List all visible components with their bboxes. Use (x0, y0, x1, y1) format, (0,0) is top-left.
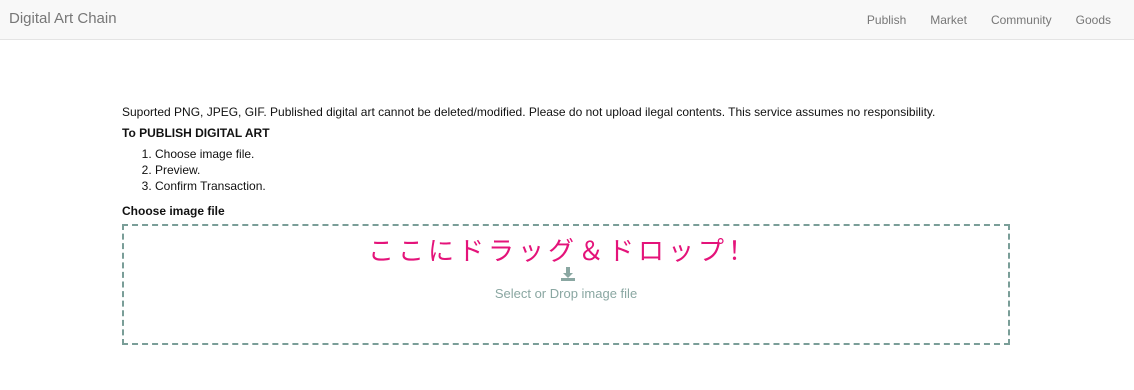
choose-image-label: Choose image file (122, 204, 225, 218)
nav-links: Publish Market Community Goods (855, 0, 1134, 40)
step-item: Preview. (155, 162, 1022, 178)
main-content: Suported PNG, JPEG, GIF. Published digit… (122, 105, 1022, 219)
upload-icon (561, 267, 575, 281)
nav-link-community[interactable]: Community (979, 0, 1064, 40)
publish-title: To PUBLISH DIGITAL ART (122, 126, 270, 140)
drag-drop-annotation: ここにドラッグ＆ドロップ！ (368, 237, 759, 267)
navbar: Digital Art Chain Publish Market Communi… (0, 0, 1134, 40)
nav-link-market[interactable]: Market (918, 0, 979, 40)
publish-steps: Choose image file. Preview. Confirm Tran… (122, 146, 1022, 194)
nav-link-publish[interactable]: Publish (855, 0, 918, 40)
brand-link[interactable]: Digital Art Chain (9, 10, 117, 28)
nav-link-goods[interactable]: Goods (1064, 0, 1134, 40)
dropzone-text: Select or Drop image file (494, 286, 638, 301)
upload-notice: Suported PNG, JPEG, GIF. Published digit… (122, 105, 936, 119)
step-item: Confirm Transaction. (155, 178, 1022, 194)
step-item: Choose image file. (155, 146, 1022, 162)
image-dropzone[interactable]: ここにドラッグ＆ドロップ！ Select or Drop image file (122, 224, 1010, 345)
